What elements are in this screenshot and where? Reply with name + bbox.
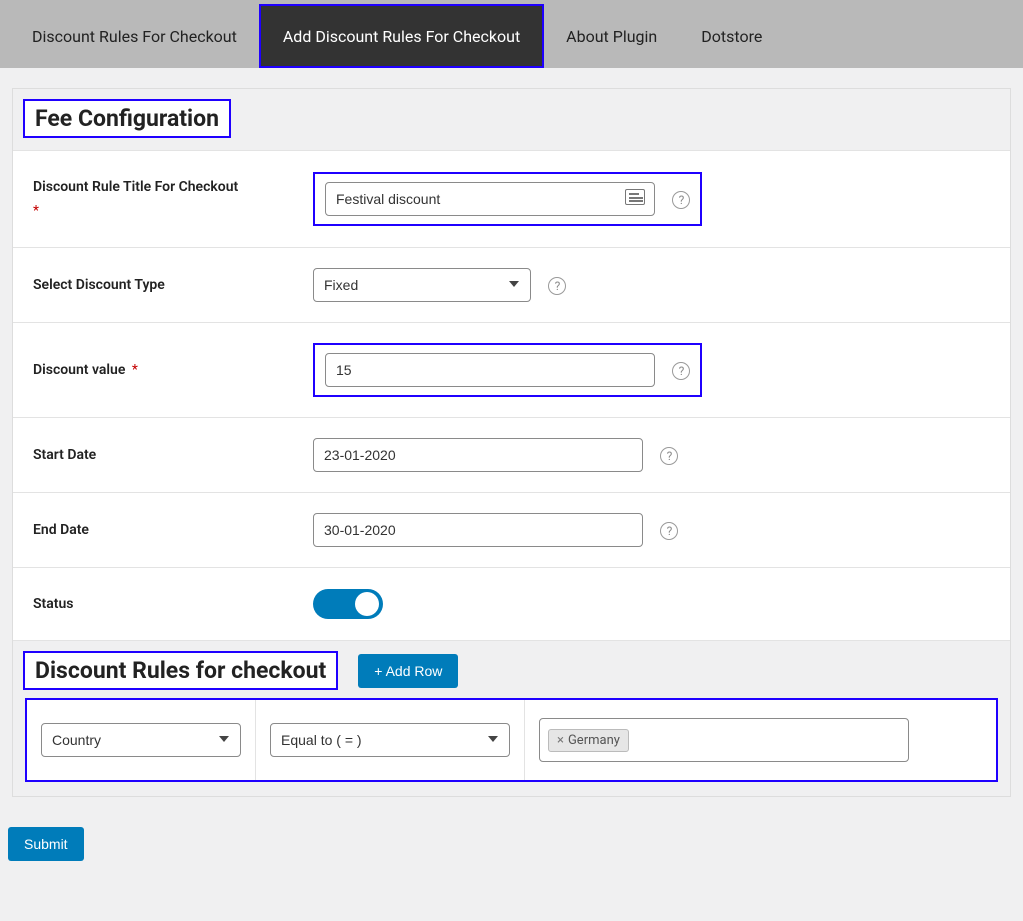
title-label: Discount Rule Title For Checkout * bbox=[13, 151, 303, 248]
fee-configuration-panel: Fee Configuration Discount Rule Title Fo… bbox=[12, 88, 1011, 797]
required-mark: * bbox=[132, 362, 138, 378]
help-icon[interactable]: ? bbox=[672, 362, 690, 380]
toggle-knob bbox=[355, 592, 379, 616]
tag-label: Germany bbox=[568, 733, 620, 748]
condition-operator-select[interactable]: Equal to ( = ) bbox=[270, 723, 510, 757]
end-date-input[interactable] bbox=[313, 513, 643, 547]
help-icon[interactable]: ? bbox=[548, 277, 566, 295]
status-label: Status bbox=[13, 568, 303, 641]
condition-value-input[interactable]: × Germany bbox=[539, 718, 909, 762]
status-toggle[interactable] bbox=[313, 589, 383, 619]
condition-type-select[interactable]: Country bbox=[41, 723, 241, 757]
tag-remove-icon[interactable]: × bbox=[557, 733, 564, 748]
rules-section-title: Discount Rules for checkout bbox=[23, 651, 338, 690]
fee-form-table: Discount Rule Title For Checkout * ? Sel… bbox=[13, 150, 1010, 641]
discount-value-input[interactable] bbox=[325, 353, 655, 387]
value-label: Discount value * bbox=[13, 323, 303, 418]
end-date-label: End Date bbox=[13, 493, 303, 568]
required-mark: * bbox=[33, 203, 293, 219]
fee-config-title: Fee Configuration bbox=[23, 99, 231, 138]
tab-about-plugin[interactable]: About Plugin bbox=[544, 4, 679, 68]
tab-add-discount-rules[interactable]: Add Discount Rules For Checkout bbox=[259, 4, 544, 68]
help-icon[interactable]: ? bbox=[660, 447, 678, 465]
rules-header: Discount Rules for checkout + Add Row bbox=[23, 651, 1010, 690]
help-icon[interactable]: ? bbox=[672, 191, 690, 209]
start-date-label: Start Date bbox=[13, 418, 303, 493]
tab-discount-rules[interactable]: Discount Rules For Checkout bbox=[10, 4, 259, 68]
tag-germany: × Germany bbox=[548, 729, 629, 752]
discount-type-select[interactable]: Fixed bbox=[313, 268, 531, 302]
tab-dotstore[interactable]: Dotstore bbox=[679, 4, 784, 68]
title-input[interactable] bbox=[325, 182, 655, 216]
start-date-input[interactable] bbox=[313, 438, 643, 472]
top-tabs: Discount Rules For Checkout Add Discount… bbox=[0, 0, 1023, 68]
add-row-button[interactable]: + Add Row bbox=[358, 654, 458, 688]
submit-button[interactable]: Submit bbox=[8, 827, 84, 861]
rule-row: Country Equal to ( = ) × Germany bbox=[25, 698, 998, 782]
help-icon[interactable]: ? bbox=[660, 522, 678, 540]
type-label: Select Discount Type bbox=[13, 248, 303, 323]
autofill-icon bbox=[625, 189, 645, 205]
